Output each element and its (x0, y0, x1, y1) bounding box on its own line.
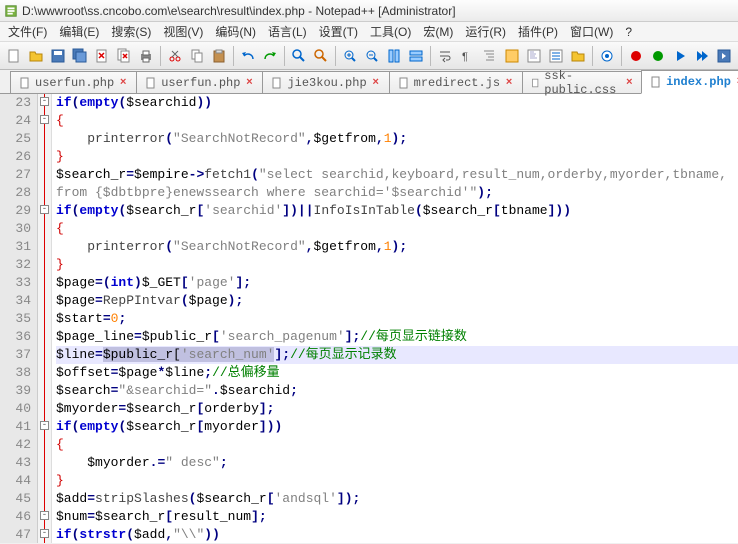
replace-button[interactable] (311, 45, 331, 67)
tab-index[interactable]: index.php× (641, 70, 738, 94)
toolbar-separator (284, 46, 285, 66)
toolbar-separator (335, 46, 336, 66)
menu-view[interactable]: 视图(V) (157, 21, 209, 42)
file-icon (650, 76, 662, 88)
record-button[interactable] (626, 45, 646, 67)
show-all-chars-button[interactable]: ¶ (457, 45, 477, 67)
menu-tools[interactable]: 工具(O) (364, 21, 417, 42)
toolbar-separator (160, 46, 161, 66)
file-icon (531, 77, 540, 89)
tab-jie3kou[interactable]: jie3kou.php × (262, 71, 389, 93)
toolbar-separator (430, 46, 431, 66)
toolbar: ¶ (0, 42, 738, 70)
fold-toggle[interactable]: - (40, 529, 49, 538)
editor-area[interactable]: 2324252627282930313233343536373839404142… (0, 94, 738, 543)
undo-button[interactable] (238, 45, 258, 67)
sync-v-button[interactable] (384, 45, 404, 67)
folder-tree-button[interactable] (568, 45, 588, 67)
title-bar: D:\wwwroot\ss.cncobo.com\e\search\result… (0, 0, 738, 22)
menu-settings[interactable]: 设置(T) (313, 21, 364, 42)
indent-guide-button[interactable] (479, 45, 499, 67)
menu-edit[interactable]: 编辑(E) (53, 21, 105, 42)
code-content[interactable]: if(empty($searchid)){ printerror("Search… (52, 94, 738, 543)
tab-label: index.php (666, 75, 731, 89)
menu-encoding[interactable]: 编码(N) (209, 21, 262, 42)
menu-window[interactable]: 窗口(W) (564, 21, 619, 42)
paste-button[interactable] (209, 45, 229, 67)
toolbar-separator (233, 46, 234, 66)
tab-label: userfun.php (35, 76, 114, 90)
doc-map-button[interactable] (524, 45, 544, 67)
menu-plugins[interactable]: 插件(P) (512, 21, 564, 42)
svg-text:¶: ¶ (462, 51, 468, 63)
file-icon (398, 77, 410, 89)
tab-label: jie3kou.php (287, 76, 366, 90)
close-icon[interactable]: × (118, 78, 128, 88)
tab-label: userfun.php (161, 76, 240, 90)
tab-ssk-public[interactable]: ssk-public.css× (522, 71, 642, 93)
close-icon[interactable]: × (371, 78, 381, 88)
toolbar-separator (621, 46, 622, 66)
play-multi-button[interactable] (692, 45, 712, 67)
fold-toggle[interactable]: - (40, 115, 49, 124)
cut-button[interactable] (165, 45, 185, 67)
fold-margin[interactable]: - - - - - - (38, 94, 52, 543)
line-gutter: 2324252627282930313233343536373839404142… (0, 94, 38, 543)
zoom-in-button[interactable] (340, 45, 360, 67)
menu-macro[interactable]: 宏(M) (417, 21, 459, 42)
play-button[interactable] (670, 45, 690, 67)
save-macro-button[interactable] (714, 45, 734, 67)
menu-file[interactable]: 文件(F) (2, 21, 53, 42)
copy-button[interactable] (187, 45, 207, 67)
close-icon[interactable]: × (504, 78, 514, 88)
file-icon (145, 77, 157, 89)
file-icon (271, 77, 283, 89)
fold-toggle[interactable]: - (40, 421, 49, 430)
toolbar-separator (592, 46, 593, 66)
tab-label: mredirect.js (414, 76, 500, 90)
menu-help[interactable]: ? (619, 23, 638, 41)
lexer-button[interactable] (502, 45, 522, 67)
save-button[interactable] (48, 45, 68, 67)
stop-button[interactable] (648, 45, 668, 67)
tab-bar: userfun.php × userfun.php × jie3kou.php × m… (0, 70, 738, 94)
app-icon (4, 4, 18, 18)
fold-toggle[interactable]: - (40, 511, 49, 520)
save-all-button[interactable] (70, 45, 90, 67)
menu-run[interactable]: 运行(R) (459, 21, 512, 42)
file-icon (19, 77, 31, 89)
sync-h-button[interactable] (406, 45, 426, 67)
close-all-button[interactable] (114, 45, 134, 67)
tab-label: ssk-public.css (544, 69, 621, 97)
tab-userfun1[interactable]: userfun.php × (10, 71, 137, 93)
close-button[interactable] (92, 45, 112, 67)
find-button[interactable] (289, 45, 309, 67)
zoom-out-button[interactable] (362, 45, 382, 67)
fold-toggle[interactable]: - (40, 97, 49, 106)
window-title: D:\wwwroot\ss.cncobo.com\e\search\result… (22, 4, 456, 18)
close-icon[interactable]: × (625, 78, 633, 88)
close-icon[interactable]: × (244, 78, 254, 88)
menu-bar: 文件(F) 编辑(E) 搜索(S) 视图(V) 编码(N) 语言(L) 设置(T… (0, 22, 738, 42)
print-button[interactable] (136, 45, 156, 67)
func-list-button[interactable] (546, 45, 566, 67)
wordwrap-button[interactable] (435, 45, 455, 67)
monitor-button[interactable] (597, 45, 617, 67)
redo-button[interactable] (260, 45, 280, 67)
tab-userfun2[interactable]: userfun.php × (136, 71, 263, 93)
menu-search[interactable]: 搜索(S) (105, 21, 157, 42)
fold-toggle[interactable]: - (40, 205, 49, 214)
tab-mredirect[interactable]: mredirect.js × (389, 71, 523, 93)
open-file-button[interactable] (26, 45, 46, 67)
menu-language[interactable]: 语言(L) (262, 21, 313, 42)
new-file-button[interactable] (4, 45, 24, 67)
